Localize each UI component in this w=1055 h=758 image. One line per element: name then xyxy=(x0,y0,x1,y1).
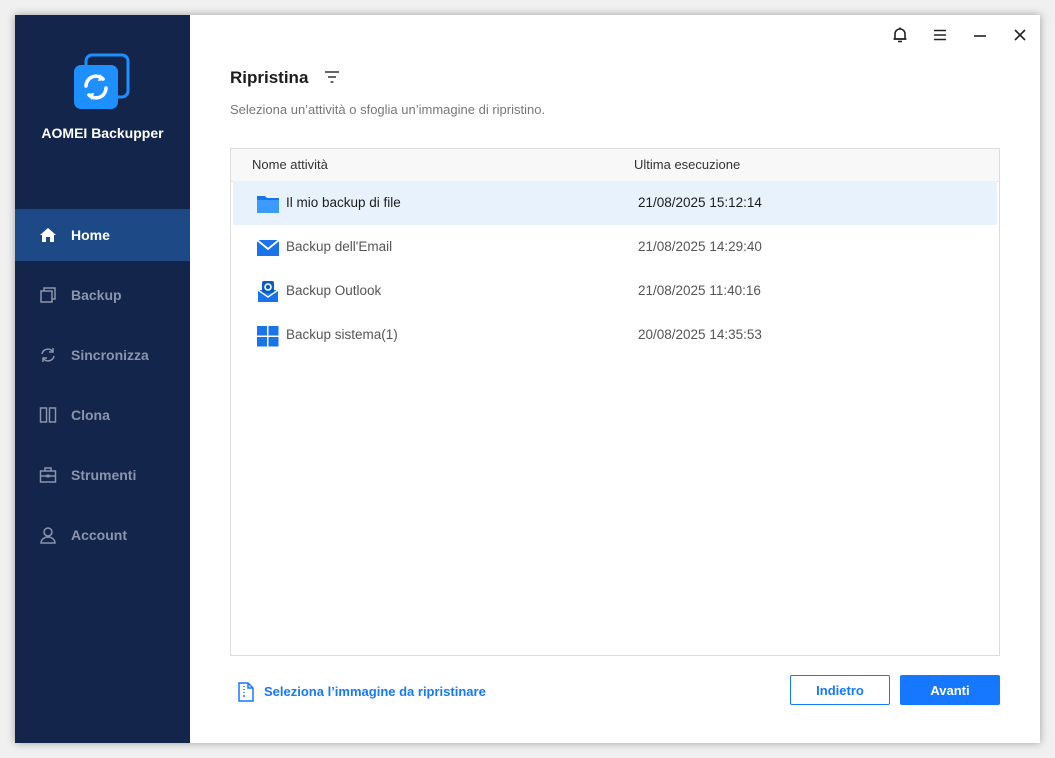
sidebar: AOMEI Backupper Home Backup Sincronizza … xyxy=(15,15,190,743)
bell-icon[interactable] xyxy=(890,25,910,45)
folder-icon xyxy=(256,193,280,215)
sidebar-item-label: Backup xyxy=(71,287,122,303)
column-header-name: Nome attività xyxy=(252,157,328,172)
row-last-run: 21/08/2025 14:29:40 xyxy=(638,239,762,254)
back-button[interactable]: Indietro xyxy=(790,675,890,705)
row-name: Backup Outlook xyxy=(286,283,382,298)
sidebar-item-backup[interactable]: Backup xyxy=(15,269,190,321)
table-row[interactable]: Backup Outlook 21/08/2025 11:40:16 xyxy=(233,269,997,313)
page-subtitle: Seleziona un’attività o sfoglia un’immag… xyxy=(230,102,546,117)
app-logo-icon xyxy=(72,53,132,113)
home-icon xyxy=(39,226,57,244)
sidebar-item-account[interactable]: Account xyxy=(15,509,190,561)
backup-icon xyxy=(39,286,57,304)
windows-icon xyxy=(256,325,280,347)
app-name: AOMEI Backupper xyxy=(41,125,164,141)
select-image-label: Seleziona l’immagine da ripristinare xyxy=(264,684,486,699)
image-file-icon xyxy=(238,682,254,702)
next-button[interactable]: Avanti xyxy=(900,675,1000,705)
sidebar-item-sync[interactable]: Sincronizza xyxy=(15,329,190,381)
sidebar-item-label: Account xyxy=(71,527,127,543)
main-panel: Ripristina Seleziona un’attività o sfogl… xyxy=(190,15,1040,743)
row-last-run: 20/08/2025 14:35:53 xyxy=(638,327,762,342)
sidebar-item-home[interactable]: Home xyxy=(15,209,190,261)
sidebar-item-label: Strumenti xyxy=(71,467,137,483)
app-window: AOMEI Backupper Home Backup Sincronizza … xyxy=(15,15,1040,743)
sidebar-item-tools[interactable]: Strumenti xyxy=(15,449,190,501)
tools-icon xyxy=(39,466,57,484)
sync-icon xyxy=(39,346,57,364)
sidebar-item-label: Sincronizza xyxy=(71,347,149,363)
table-row[interactable]: Backup dell'Email 21/08/2025 14:29:40 xyxy=(233,225,997,269)
row-name: Il mio backup di file xyxy=(286,195,401,210)
column-header-last-run: Ultima esecuzione xyxy=(634,157,741,172)
close-icon[interactable] xyxy=(1010,25,1030,45)
clone-icon xyxy=(39,406,57,424)
row-name: Backup dell'Email xyxy=(286,239,393,254)
sidebar-item-label: Clona xyxy=(71,407,110,423)
table-header: Nome attività Ultima esecuzione xyxy=(231,149,999,182)
minimize-icon[interactable] xyxy=(970,25,990,45)
table-row[interactable]: Backup sistema(1) 20/08/2025 14:35:53 xyxy=(233,313,997,357)
outlook-icon xyxy=(256,281,280,303)
row-name: Backup sistema(1) xyxy=(286,327,398,342)
table-row[interactable]: Il mio backup di file 21/08/2025 15:12:1… xyxy=(233,181,997,225)
filter-icon[interactable] xyxy=(324,69,340,85)
page-title: Ripristina xyxy=(230,68,309,87)
row-last-run: 21/08/2025 15:12:14 xyxy=(638,195,762,210)
sidebar-item-label: Home xyxy=(71,227,110,243)
email-icon xyxy=(256,237,280,259)
account-icon xyxy=(39,526,57,544)
task-table: Nome attività Ultima esecuzione Il mio b… xyxy=(230,148,1000,656)
sidebar-item-clone[interactable]: Clona xyxy=(15,389,190,441)
row-last-run: 21/08/2025 11:40:16 xyxy=(638,283,761,298)
menu-icon[interactable] xyxy=(930,25,950,45)
